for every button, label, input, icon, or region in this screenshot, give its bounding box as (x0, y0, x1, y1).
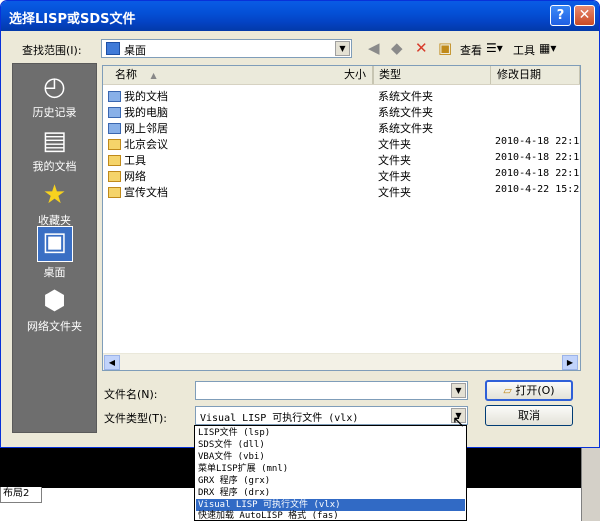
filename-label: 文件名(N): (104, 388, 158, 401)
list-item[interactable]: 我的电脑 系统文件夹 (103, 103, 580, 119)
dialog-title: 选择LISP或SDS文件 (9, 12, 136, 27)
favorites-star-icon: ★ (42, 180, 67, 210)
list-item[interactable]: 网络 文件夹 2010-4-18 22:15 (103, 167, 580, 183)
file-name: 我的文档 (124, 90, 168, 103)
column-name-label: 名称 (115, 68, 137, 81)
title-bar[interactable]: 选择LISP或SDS文件 ? ✕ (1, 1, 599, 31)
system-folder-icon (108, 91, 121, 102)
filetype-select[interactable]: Visual LISP 可执行文件 (vlx) ▼ (195, 406, 468, 425)
mouse-cursor-icon: ↖ (452, 412, 466, 431)
file-modified: 2010-4-18 22:15 (495, 136, 581, 147)
filetype-option[interactable]: LISP文件 (lsp) (196, 427, 465, 439)
filetype-value: Visual LISP 可执行文件 (vlx) (200, 413, 359, 424)
desktop-icon: ▣ (36, 226, 73, 262)
file-modified: 2010-4-18 22:15 (495, 168, 581, 179)
filetype-label: 文件类型(T): (104, 412, 168, 425)
my-documents-icon: ▤ (42, 126, 67, 156)
delete-x-icon[interactable]: ✕ (415, 40, 428, 57)
place-label: 网络文件夹 (27, 320, 82, 333)
file-name: 北京会议 (124, 138, 168, 151)
file-name: 网络 (124, 170, 146, 183)
tools-icon[interactable]: ▦▾ (539, 40, 556, 57)
filetype-option[interactable]: 菜单LISP扩展 (mnl) (196, 463, 465, 475)
column-modified-label: 修改日期 (497, 68, 541, 81)
computer-icon (108, 107, 121, 118)
file-name: 网上邻居 (124, 122, 168, 135)
network-folder-icon: ⬢ (43, 286, 66, 316)
filetype-dropdown-list[interactable]: LISP文件 (lsp) SDS文件 (dll) VBA文件 (vbi) 菜单L… (194, 425, 467, 521)
list-item[interactable]: 工具 文件夹 2010-4-18 22:15 (103, 151, 580, 167)
folder-icon (108, 155, 121, 166)
new-folder-icon[interactable]: ▣ (438, 40, 452, 57)
list-item[interactable]: 我的文档 系统文件夹 (103, 87, 580, 103)
file-modified: 2010-4-22 15:23 (495, 184, 581, 195)
file-type: 文件夹 (378, 170, 411, 183)
view-list-icon[interactable]: ☰▾ (486, 40, 503, 57)
file-name: 工具 (124, 154, 146, 167)
scroll-right-icon[interactable]: ▶ (562, 355, 578, 370)
horizontal-scrollbar[interactable]: ◀ ▶ (103, 353, 580, 370)
file-type: 系统文件夹 (378, 106, 433, 119)
folder-icon (108, 171, 121, 182)
places-bar: ◴ 历史记录 ▤ 我的文档 ★ 收藏夹 ▣ 桌面 ⬢ 网络文件夹 (12, 63, 97, 433)
list-item[interactable]: 宣传文档 文件夹 2010-4-22 15:23 (103, 183, 580, 199)
folder-icon (108, 187, 121, 198)
history-icon: ◴ (43, 72, 66, 102)
filetype-option[interactable]: GRX 程序 (grx) (196, 475, 465, 487)
file-type: 系统文件夹 (378, 122, 433, 135)
list-item[interactable]: 网上邻居 系统文件夹 (103, 119, 580, 135)
place-label: 我的文档 (32, 160, 77, 173)
place-desktop[interactable]: ▣ 桌面 (13, 226, 96, 280)
folder-icon (108, 139, 121, 150)
lookin-value: 桌面 (124, 44, 146, 57)
place-favorites[interactable]: ★ 收藏夹 (13, 180, 96, 228)
file-modified: 2010-4-18 22:15 (495, 152, 581, 163)
column-type[interactable]: 类型 (373, 66, 491, 84)
help-button[interactable]: ? (550, 5, 571, 26)
open-button-label: 打开(O) (515, 384, 555, 397)
file-name: 宣传文档 (124, 186, 168, 199)
column-size[interactable]: 大小 (303, 66, 373, 84)
file-type: 文件夹 (378, 138, 411, 151)
file-type: 系统文件夹 (378, 90, 433, 103)
view-menu[interactable]: 查看 (460, 42, 482, 58)
filename-combo[interactable]: ▼ (195, 381, 468, 400)
back-arrow-icon[interactable]: ◀ (368, 40, 380, 57)
tools-menu[interactable]: 工具 (513, 42, 535, 58)
filetype-option[interactable]: 快速加载 AutoLISP 格式 (fas) (196, 510, 465, 522)
place-my-documents[interactable]: ▤ 我的文档 (13, 126, 96, 174)
select-lisp-dialog: 选择LISP或SDS文件 ? ✕ 查找范围(I): 桌面 ▼ ◀ ◆ ✕ ▣ 查… (0, 0, 600, 448)
file-type: 文件夹 (378, 186, 411, 199)
chevron-down-icon[interactable]: ▼ (335, 41, 350, 56)
place-network-folder[interactable]: ⬢ 网络文件夹 (13, 286, 96, 334)
column-type-label: 类型 (379, 68, 401, 81)
up-folder-icon[interactable]: ◆ (391, 40, 403, 57)
column-size-label: 大小 (344, 68, 366, 81)
filetype-option[interactable]: DRX 程序 (drx) (196, 487, 465, 499)
file-type: 文件夹 (378, 154, 411, 167)
scroll-left-icon[interactable]: ◀ (104, 355, 120, 370)
open-folder-icon: ▱ (503, 384, 512, 397)
lookin-combo[interactable]: 桌面 ▼ (101, 39, 352, 58)
filetype-option[interactable]: VBA文件 (vbi) (196, 451, 465, 463)
column-modified[interactable]: 修改日期 (491, 66, 580, 84)
open-button[interactable]: ▱ 打开(O) (485, 380, 573, 401)
close-button[interactable]: ✕ (574, 5, 595, 26)
filetype-option[interactable]: SDS文件 (dll) (196, 439, 465, 451)
chevron-down-icon[interactable]: ▼ (451, 383, 466, 398)
list-item[interactable]: 北京会议 文件夹 2010-4-18 22:15 (103, 135, 580, 151)
desktop-small-icon (106, 42, 120, 55)
sort-up-icon: ▲ (150, 71, 157, 80)
lookin-label: 查找范围(I): (22, 44, 82, 57)
app-scrollbar[interactable] (581, 448, 600, 521)
list-header: 名称 ▲ 大小 类型 修改日期 (103, 66, 580, 85)
cancel-button[interactable]: 取消 (485, 405, 573, 426)
place-history[interactable]: ◴ 历史记录 (13, 72, 96, 120)
file-list[interactable]: 名称 ▲ 大小 类型 修改日期 我的文档 系统文件夹 我的电脑 系统文件夹 网上… (102, 65, 581, 371)
file-name: 我的电脑 (124, 106, 168, 119)
place-label: 桌面 (43, 266, 66, 279)
layout-tab[interactable]: 布局2 (0, 487, 42, 503)
network-icon (108, 123, 121, 134)
place-label: 历史记录 (32, 106, 77, 119)
